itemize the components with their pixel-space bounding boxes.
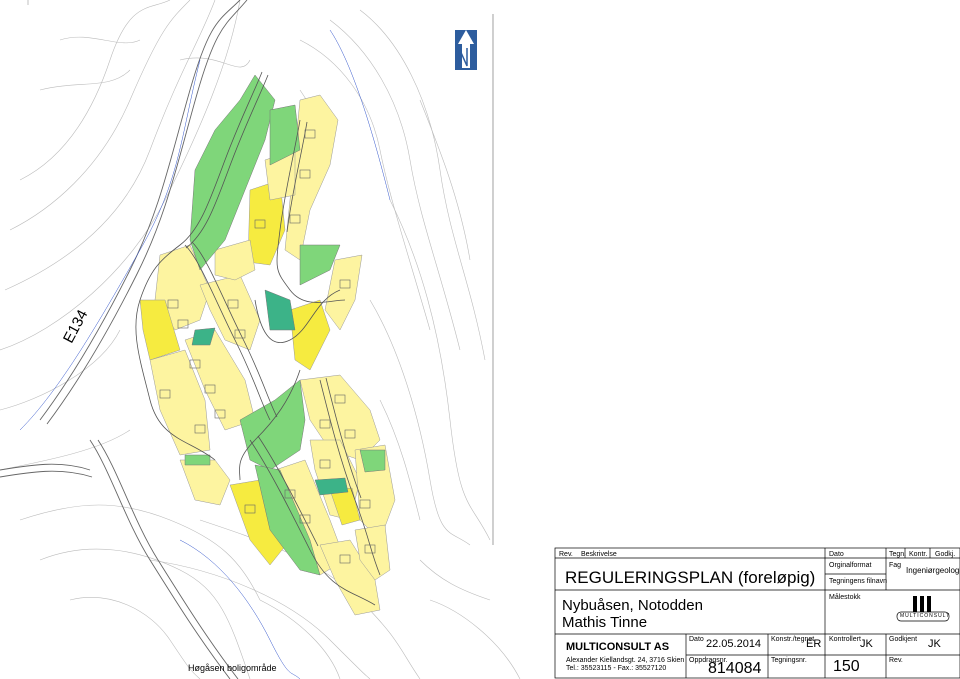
logo-text: MULTICONSULT [900,613,951,619]
area-name-label: Høgåsen boligområde [188,663,277,673]
fag-label: Fag [889,562,902,569]
location-title: Nybuåsen, Notodden [562,597,703,614]
godkjent-value: JK [928,638,941,650]
fag-value: Ingeniørgeologi [906,566,960,575]
description-header: Beskrivelse [581,551,617,558]
godkjent-label: Godkjent [889,636,918,643]
scale-label: Målestokk [829,594,861,601]
kontrollert-label: Kontrollert [829,636,861,643]
kontrollert-value: JK [860,638,873,650]
company-name: MULTICONSULT AS [566,641,670,653]
company-phone: Tel.: 35523115 - Fax.: 35527120 [566,665,667,672]
site-plan-map [0,0,960,679]
tegn-header: Tegn. [889,551,907,558]
godkj-header: Godkj. [935,551,956,558]
rev-header: Rev. [559,551,573,558]
filename-label: Tegningens filnavn [829,578,887,585]
rev-label: Rev. [889,657,903,664]
client-name: Mathis Tinne [562,614,648,631]
company-address: Alexander Kiellandsgt. 24, 3716 Skien [566,657,685,664]
dato-header: Dato [829,551,844,558]
oppdrag-value: 814084 [708,660,762,677]
original-format-label: Orginalformat [829,562,872,569]
tegningsnr-label: Tegningsnr. [771,657,807,664]
konstr-value: ER [806,638,822,650]
date-value: 22.05.2014 [706,638,762,650]
kontr-header: Kontr. [909,551,928,558]
north-arrow-icon [455,30,477,70]
plan-title: REGULERINGSPLAN (foreløpig) [565,568,816,587]
date-label: Dato [689,636,704,643]
tegningsnr-value: 150 [833,658,860,675]
